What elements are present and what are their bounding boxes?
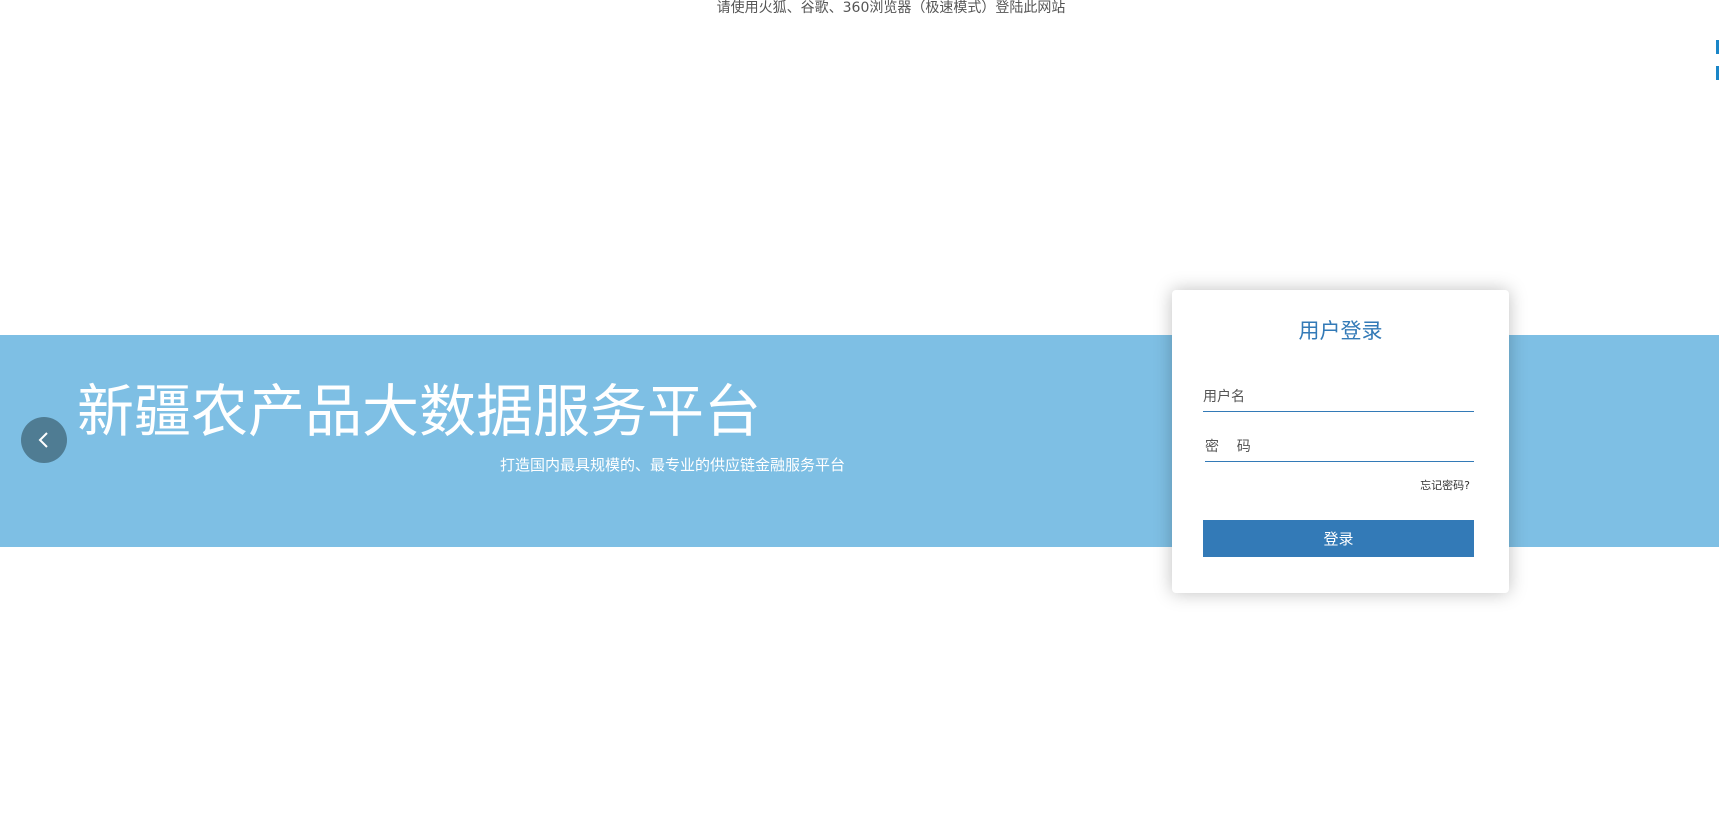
carousel-prev-button[interactable] xyxy=(21,417,67,463)
banner-subtitle: 打造国内最具规模的、最专业的供应链金融服务平台 xyxy=(500,456,846,474)
login-page: 请使用火狐、谷歌、360浏览器（极速模式）登陆此网站 新疆农产品大数据服务平台 … xyxy=(0,0,1719,815)
browser-notice: 请使用火狐、谷歌、360浏览器（极速模式）登陆此网站 xyxy=(716,0,1066,16)
password-input[interactable] xyxy=(1205,433,1474,462)
login-button[interactable]: 登录 xyxy=(1203,520,1474,557)
login-title: 用户登录 xyxy=(1298,319,1383,343)
banner-title: 新疆农产品大数据服务平台 xyxy=(77,379,761,445)
chevron-left-icon xyxy=(38,432,48,448)
forgot-password-link[interactable]: 忘记密码? xyxy=(1380,478,1470,494)
username-input[interactable] xyxy=(1203,383,1474,412)
